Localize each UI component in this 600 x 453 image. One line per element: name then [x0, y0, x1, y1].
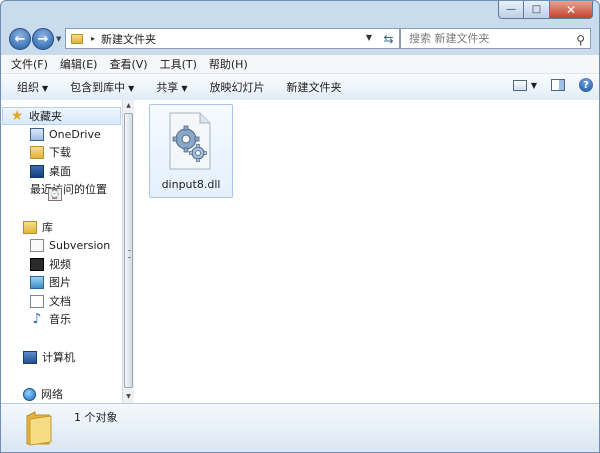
sidebar-item-pictures[interactable]: 图片 [1, 273, 71, 291]
maximize-button[interactable]: □ [524, 1, 550, 19]
menu-help[interactable]: 帮助(H) [205, 56, 252, 72]
sidebar-item-label: OneDrive [49, 127, 101, 141]
sidebar-item-music[interactable]: ♪ 音乐 [1, 310, 71, 328]
star-icon: ★ [10, 108, 24, 124]
help-icon[interactable]: ? [579, 78, 593, 92]
breadcrumb-folder[interactable]: 新建文件夹 [101, 31, 156, 47]
scroll-grip [128, 250, 131, 258]
navigation-pane: ★ 收藏夹 OneDrive 下载 桌面 ⌚ 最近访问的位置 库 Subvers… [1, 100, 122, 403]
onedrive-icon [30, 127, 44, 141]
caption-buttons: — □ ✕ [498, 1, 593, 19]
sidebar-item-libraries[interactable]: 库 [1, 218, 53, 236]
sidebar-item-label: 下载 [49, 146, 71, 159]
sidebar-item-documents[interactable]: 文档 [1, 292, 71, 310]
organize-button[interactable]: 组织 ▼ [9, 79, 56, 95]
address-dropdown-icon[interactable]: ▼ [366, 33, 372, 42]
navigation-scrollbar[interactable]: ▲ ▼ [122, 100, 134, 403]
chevron-down-icon: ▼ [128, 84, 135, 93]
sidebar-item-label: 音乐 [49, 313, 71, 326]
sidebar-item-label: 网络 [41, 388, 63, 401]
file-item[interactable]: dinput8.dll [149, 104, 233, 198]
search-input[interactable]: 搜索 新建文件夹 ⚲ [400, 28, 591, 49]
slideshow-button[interactable]: 放映幻灯片 [201, 79, 272, 95]
library-icon [23, 220, 37, 234]
include-library-label: 包含到库中 [70, 81, 126, 94]
sidebar-item-label: 库 [42, 221, 53, 234]
menu-tools[interactable]: 工具(T) [156, 56, 201, 72]
minimize-button[interactable]: — [498, 1, 524, 19]
sidebar-item-label: 视频 [49, 258, 71, 271]
search-icon[interactable]: ⚲ [576, 31, 585, 50]
navigation-bar: ← → ▼ ▸ 新建文件夹 ▼ ⇆ 搜索 新建文件夹 ⚲ [9, 27, 591, 51]
menu-file[interactable]: 文件(F) [7, 56, 52, 72]
sidebar-item-label: 计算机 [42, 351, 75, 364]
share-button[interactable]: 共享 ▼ [148, 79, 195, 95]
change-view-icon[interactable] [512, 79, 527, 91]
view-options-dropdown[interactable]: ▼ [531, 81, 537, 90]
network-icon [23, 387, 36, 401]
breadcrumb-separator-icon[interactable]: ▸ [91, 34, 95, 43]
sidebar-item-label: Subversion [49, 238, 111, 252]
sidebar-item-favorites[interactable]: ★ 收藏夹 [2, 107, 121, 125]
forward-arrow-icon: → [37, 31, 49, 47]
sidebar-item-label: 收藏夹 [29, 110, 62, 123]
back-button[interactable]: ← [9, 28, 31, 50]
sidebar-item-label: 最近访问的位置 [30, 183, 107, 196]
dll-file-gears-icon [169, 112, 211, 170]
share-label: 共享 [156, 81, 179, 94]
sidebar-item-desktop[interactable]: 桌面 [1, 162, 71, 180]
computer-icon [23, 350, 37, 364]
refresh-icon: ⇆ [383, 31, 394, 46]
menu-edit[interactable]: 编辑(E) [56, 56, 102, 72]
forward-button[interactable]: → [32, 28, 54, 50]
item-count: 1 个对象 [74, 411, 118, 424]
menu-view[interactable]: 查看(V) [105, 56, 151, 72]
include-library-button[interactable]: 包含到库中 ▼ [62, 79, 142, 95]
video-icon [30, 257, 44, 271]
sidebar-item-network[interactable]: 网络 [1, 385, 63, 403]
folder-icon [71, 33, 83, 44]
address-bar[interactable]: ▸ 新建文件夹 ▼ [65, 28, 379, 49]
desktop-icon [30, 164, 44, 178]
subversion-library-icon [30, 238, 44, 252]
sidebar-item-label: 图片 [49, 276, 71, 289]
scroll-down-icon[interactable]: ▼ [123, 391, 134, 403]
search-placeholder: 搜索 新建文件夹 [409, 32, 490, 45]
sidebar-item-downloads[interactable]: 下载 [1, 143, 71, 161]
file-name: dinput8.dll [161, 178, 221, 191]
music-icon: ♪ [32, 311, 42, 327]
recent-pages-dropdown[interactable]: ▼ [56, 35, 61, 43]
sidebar-item-onedrive[interactable]: OneDrive [1, 125, 101, 143]
organize-label: 组织 [17, 81, 39, 94]
menu-bar: 文件(F) 编辑(E) 查看(V) 工具(T) 帮助(H) [1, 54, 599, 73]
sidebar-item-label: 文档 [49, 295, 71, 308]
command-bar: 组织 ▼ 包含到库中 ▼ 共享 ▼ 放映幻灯片 新建文件夹 ▼ ? [1, 73, 599, 101]
pictures-icon [30, 275, 44, 289]
sidebar-item-subversion[interactable]: Subversion [1, 236, 110, 254]
sidebar-item-videos[interactable]: 视频 [1, 255, 71, 273]
recent-places-icon: ⌚ [48, 188, 62, 201]
preview-pane-icon[interactable] [551, 79, 565, 91]
sidebar-item-recent-places[interactable]: ⌚ 最近访问的位置 [1, 180, 107, 201]
downloads-folder-icon [30, 145, 44, 159]
chevron-down-icon: ▼ [181, 84, 188, 93]
file-list[interactable]: dinput8.dll [134, 100, 599, 403]
scroll-thumb[interactable] [124, 113, 133, 388]
sidebar-item-label: 桌面 [49, 165, 71, 178]
details-pane: 1 个对象 [1, 403, 599, 452]
close-button[interactable]: ✕ [550, 1, 593, 19]
scroll-up-icon[interactable]: ▲ [123, 100, 134, 112]
folder-icon [26, 411, 52, 446]
chevron-down-icon: ▼ [42, 84, 49, 93]
command-bar-right: ▼ ? [512, 78, 593, 92]
sidebar-item-computer[interactable]: 计算机 [1, 348, 75, 366]
refresh-button[interactable]: ⇆ [378, 28, 400, 49]
back-arrow-icon: ← [14, 31, 26, 47]
explorer-window: — □ ✕ ← → ▼ ▸ 新建文件夹 ▼ ⇆ 搜索 新建文件夹 ⚲ 文件(F)… [0, 0, 600, 453]
new-folder-button[interactable]: 新建文件夹 [278, 79, 349, 95]
documents-icon [30, 294, 44, 308]
